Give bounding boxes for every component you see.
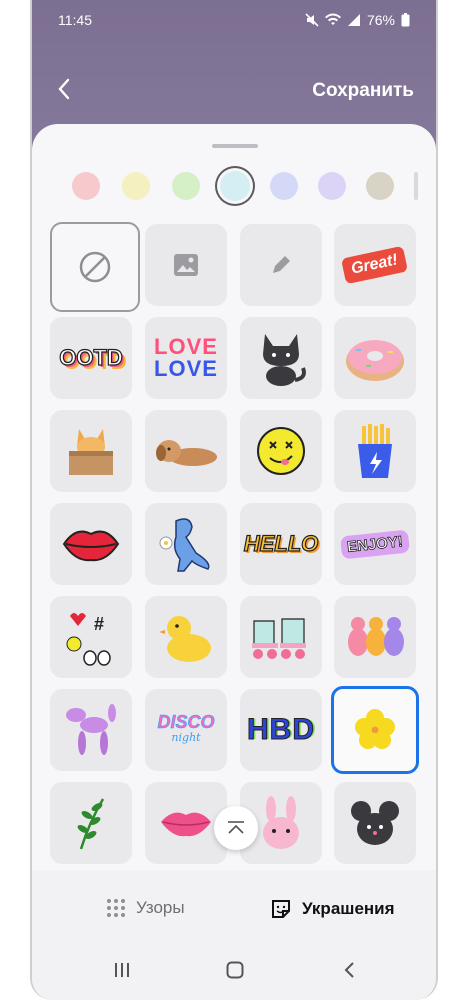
hbd-sticker-text: HBD (247, 713, 315, 747)
hello-sticker-text: HELLO (243, 530, 319, 556)
recents-icon[interactable] (112, 960, 132, 980)
sticker-hello[interactable]: HELLO (240, 503, 322, 585)
sticker-lips[interactable] (50, 503, 132, 585)
love-bottom-text: LOVE (154, 356, 218, 381)
home-icon[interactable] (225, 960, 245, 980)
sticker-cat-box[interactable] (50, 410, 132, 492)
status-time: 11:45 (58, 12, 92, 28)
tab-decorations-label: Украшения (302, 899, 395, 918)
mouse-icon (351, 801, 399, 845)
pencil-icon (273, 256, 290, 273)
sticker-skates[interactable] (240, 596, 322, 678)
sticker-disco[interactable]: DISCO night (145, 689, 227, 771)
disco-sub-text: night (171, 731, 201, 744)
cat-in-box-icon (69, 429, 113, 475)
drag-handle[interactable] (212, 144, 258, 148)
chevron-up-icon (228, 821, 244, 834)
image-icon (174, 254, 198, 276)
phone-screen: 11:45 76% Сохранить Great! OOTD LOVE LOV… (30, 0, 438, 1000)
pink-lips-icon (161, 812, 211, 837)
sticker-hbd[interactable]: HBD (240, 689, 322, 771)
status-bar: 11:45 76% (32, 10, 436, 34)
disco-sticker-text: DISCO (157, 712, 215, 732)
swatch-pink[interactable] (72, 172, 100, 200)
gallery-button[interactable] (145, 224, 227, 306)
sticker-leaf[interactable] (50, 782, 132, 864)
sticker-sheet: Great! OOTD LOVE LOVE HELLO ENJOY! # DIS… (32, 124, 436, 870)
enjoy-sticker-text: ENJOY! (340, 529, 410, 559)
dinosaur-icon (159, 518, 210, 572)
battery-icon (401, 13, 410, 27)
sticker-enjoy[interactable]: ENJOY! (334, 503, 416, 585)
no-sticker-button[interactable] (50, 222, 140, 312)
patterns-grid-icon (107, 899, 125, 917)
swatch-green[interactable] (172, 172, 200, 200)
sticker-flower[interactable] (331, 686, 419, 774)
navigation-bar (32, 950, 436, 1000)
swatch-blue[interactable] (270, 172, 298, 200)
swatch-lavender[interactable] (318, 172, 346, 200)
wifi-icon (324, 13, 341, 25)
smiley-icon (257, 427, 305, 475)
roller-skates-icon (252, 618, 306, 659)
sticker-donut[interactable] (334, 317, 416, 399)
nav-back-icon[interactable] (340, 960, 360, 980)
none-icon (79, 251, 111, 283)
rubber-duck-icon (159, 616, 211, 662)
draw-button[interactable] (240, 224, 322, 306)
scroll-up-button[interactable] (214, 806, 258, 850)
sticker-smiley[interactable] (240, 410, 322, 492)
donut-icon (346, 340, 404, 381)
balloon-dog-icon (66, 704, 116, 755)
gummy-bears-icon (348, 617, 404, 656)
love-top-text: LOVE (154, 334, 218, 359)
sticker-balloon-dog[interactable] (50, 689, 132, 771)
fries-icon (358, 424, 392, 478)
tab-decorations[interactable]: Украшения (270, 898, 395, 920)
tab-patterns-label: Узоры (136, 898, 185, 917)
sticker-cat[interactable] (240, 317, 322, 399)
battery-level: 76% (366, 12, 395, 28)
great-sticker-text: Great! (341, 245, 409, 285)
swatch-yellow[interactable] (122, 172, 150, 200)
sticker-icon (272, 900, 290, 918)
swatch-light-blue[interactable] (220, 171, 250, 201)
ootd-sticker-text: OOTD (59, 344, 124, 370)
tab-patterns[interactable]: Узоры (106, 898, 185, 918)
lips-icon (62, 530, 120, 562)
bottom-tabs: Узоры Украшения (32, 870, 436, 950)
sticker-dino[interactable] (145, 503, 227, 585)
sticker-great[interactable]: Great! (334, 224, 416, 306)
sticker-doodles[interactable]: # (50, 596, 132, 678)
lying-dog-icon (156, 440, 217, 466)
swatch-more[interactable] (414, 172, 418, 200)
svg-text:#: # (94, 614, 104, 634)
sticker-fries[interactable] (334, 410, 416, 492)
back-arrow-icon[interactable] (54, 76, 76, 102)
sticker-ootd[interactable]: OOTD (50, 317, 132, 399)
save-button[interactable]: Сохранить (312, 80, 414, 102)
signal-icon (347, 14, 360, 26)
leaf-branch-icon (77, 798, 105, 850)
mute-icon (305, 13, 319, 27)
swatch-beige[interactable] (366, 172, 394, 200)
sticker-mouse[interactable] (334, 782, 416, 864)
sticker-love[interactable]: LOVE LOVE (145, 317, 227, 399)
color-swatches (72, 169, 432, 205)
black-cat-icon (263, 334, 306, 386)
sticker-gummy-bears[interactable] (334, 596, 416, 678)
status-icons: 76% (305, 12, 410, 28)
sticker-dog[interactable] (145, 410, 227, 492)
sticker-duck[interactable] (145, 596, 227, 678)
yellow-flower-icon (355, 709, 395, 749)
pink-bunny-icon (263, 796, 299, 849)
doodle-stickers-icon: # (66, 613, 111, 666)
